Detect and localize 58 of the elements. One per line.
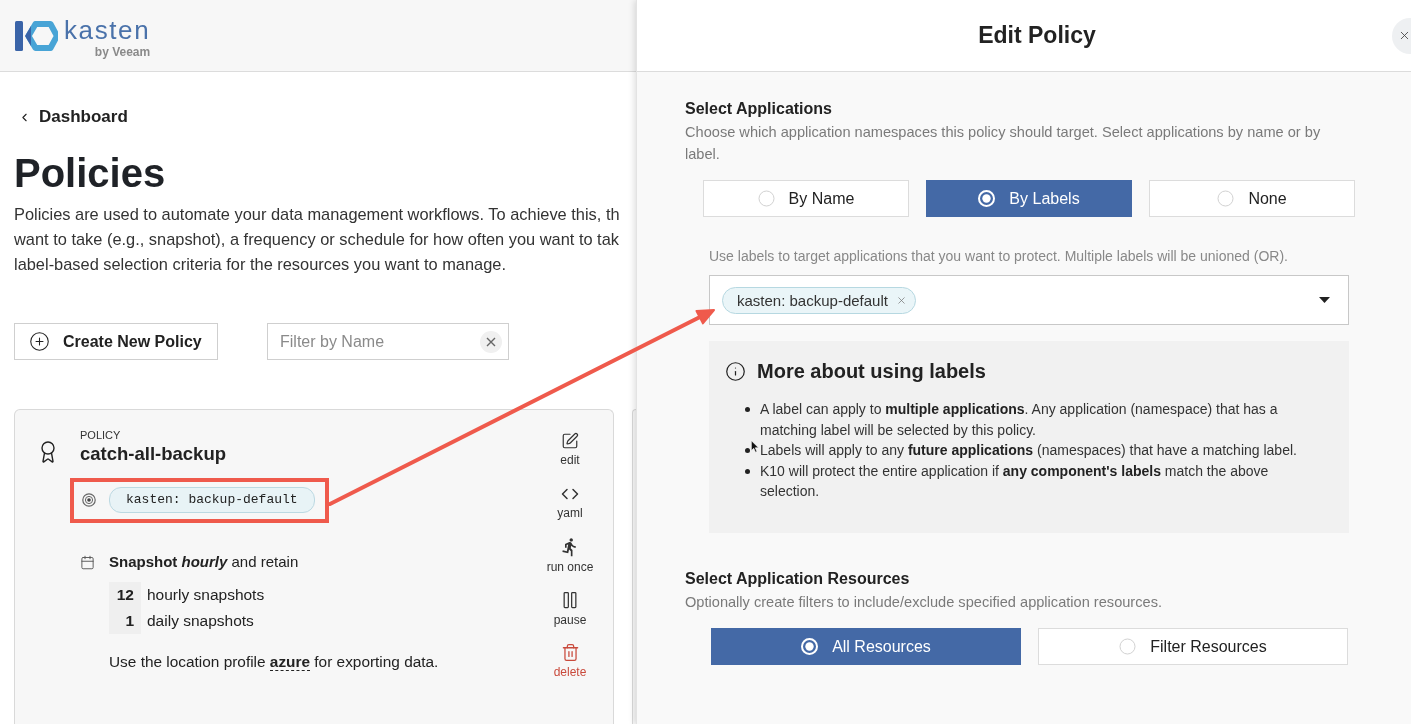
close-icon: [1398, 29, 1411, 42]
radio-icon: [1119, 638, 1137, 655]
bullet-icon: [745, 407, 750, 412]
info-text: Labels will apply to any future applications (namespaces) that have a matching label.: [760, 441, 1298, 460]
cursor-icon: [751, 440, 759, 453]
section-description: Choose which application namespaces this policy should target. Select applications by name or by label.: [685, 123, 1322, 164]
caret-down-icon: [1319, 297, 1330, 303]
info-icon: [725, 360, 746, 382]
pause-button[interactable]: pause: [535, 590, 605, 643]
section-title: Select Applications: [685, 99, 832, 119]
panel-title: Edit Policy: [977, 22, 1096, 49]
info-text: A label can apply to multiple applications. Any application (namespace) that has a matching label will be selected by this policy.: [760, 400, 1279, 440]
radio-option[interactable]: None: [1149, 180, 1355, 217]
section-title: Select Application Resources: [685, 569, 910, 589]
create-policy-button[interactable]: Create New Policy: [14, 323, 218, 360]
retention-count: 12: [109, 582, 141, 608]
retention-label: daily snapshots: [147, 611, 254, 631]
field-hint: Use labels to target applications that you want to protect. Multiple labels will be unioned (OR).: [709, 247, 1288, 265]
run-once-button[interactable]: run once: [535, 537, 605, 591]
logo-icon: [15, 19, 58, 52]
radio-option[interactable]: By Name: [703, 180, 909, 217]
radio-icon: [1217, 190, 1235, 207]
remove-icon[interactable]: [895, 294, 907, 306]
bullet-icon: [745, 448, 750, 453]
yaml-button[interactable]: yaml: [535, 484, 605, 538]
clear-icon[interactable]: [480, 330, 502, 353]
radio-icon: [978, 190, 996, 207]
radio-option[interactable]: Filter Resources: [1038, 628, 1348, 665]
edit-button[interactable]: edit: [535, 432, 605, 485]
schedule-text: Snapshot hourly and retain: [109, 552, 299, 572]
radio-icon: [757, 190, 775, 207]
dashboard-link[interactable]: Dashboard: [14, 107, 128, 127]
retention-label: hourly snapshots: [147, 585, 265, 605]
card-eyebrow: POLICY: [80, 429, 121, 442]
page-title: Policies: [14, 150, 166, 197]
retention-count: 1: [109, 608, 141, 634]
radio-icon: [801, 638, 819, 655]
radio-option[interactable]: By Labels: [926, 180, 1132, 217]
delete-button[interactable]: delete: [535, 642, 605, 696]
labels-select[interactable]: kasten: backup-default: [709, 275, 1349, 325]
plus-circle-icon: [29, 331, 50, 352]
label-chip[interactable]: kasten: backup-default: [722, 286, 916, 314]
bullet-icon: [745, 468, 750, 474]
policy-name: catch-all-backup: [80, 442, 226, 466]
brand-name: kasten: [64, 16, 151, 44]
label-tag: kasten: backup-default: [109, 487, 315, 513]
trash-icon: [560, 642, 580, 662]
target-icon: [82, 493, 96, 507]
page-description: Policies are used to automate your data management workflows. To achieve this, th want to take (e.g., snapshot), a frequency or schedule for how often you want to tak label-based selection criteria for the resources you want to manage.: [14, 204, 620, 275]
info-title: More about using labels: [757, 359, 986, 383]
filter-field[interactable]: Filter by Name: [267, 323, 509, 360]
section-description: Optionally create filters to include/exclude specified application resources.: [685, 593, 1163, 612]
radio-option[interactable]: All Resources: [711, 628, 1021, 665]
location-note: Use the location profile azure for exporting data.: [109, 652, 439, 673]
edit-icon: [561, 432, 579, 450]
info-text: K10 will protect the entire application if any component's labels match the above selection.: [760, 461, 1270, 501]
brand-tagline: by Veeam: [94, 45, 151, 59]
calendar-icon: [80, 554, 95, 570]
